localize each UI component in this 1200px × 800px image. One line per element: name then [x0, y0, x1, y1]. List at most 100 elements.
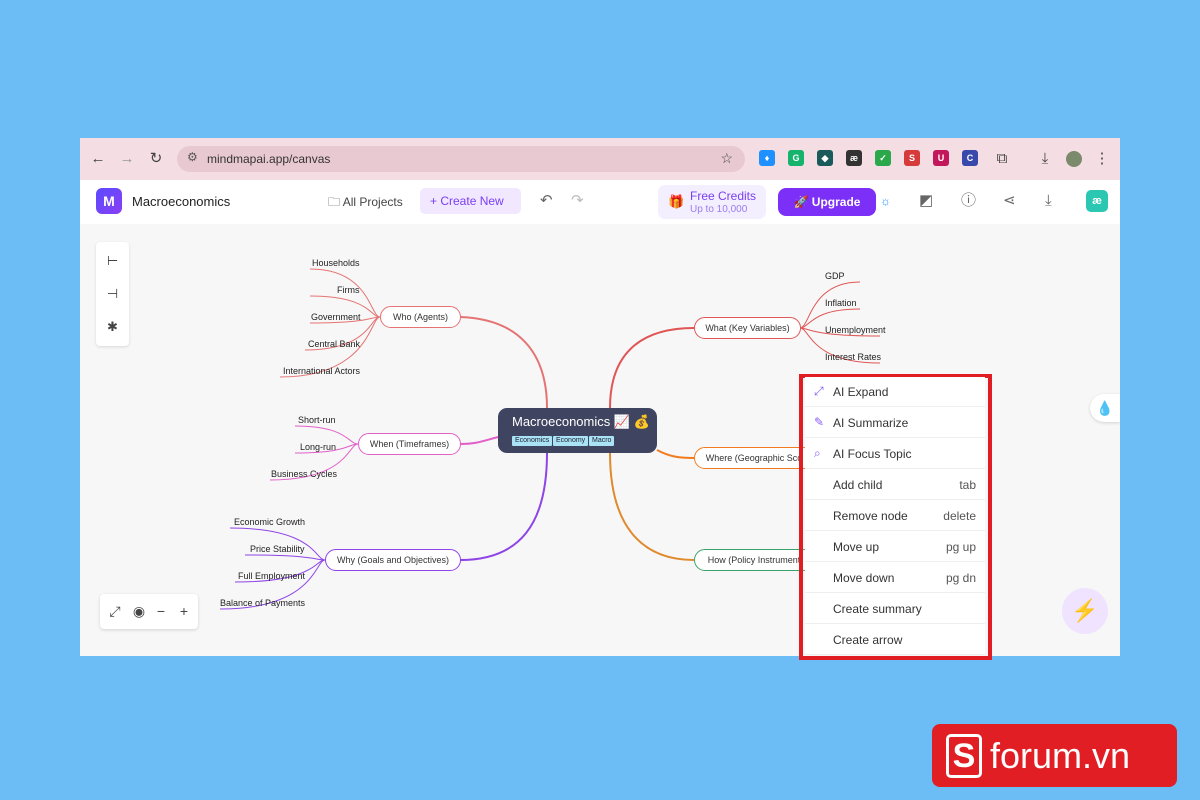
lightning-icon[interactable]: ⚡ [1062, 588, 1108, 634]
menu-item-ai-focus-topic[interactable]: ⌕ AI Focus Topic [805, 439, 985, 469]
branch-node[interactable]: Who (Agents) [380, 306, 461, 328]
menu-item-remove-node[interactable]: Remove node delete [805, 501, 985, 531]
leaf-node[interactable]: Unemployment [825, 325, 886, 335]
menu-item-add-child[interactable]: Add child tab [805, 470, 985, 500]
undo-icon[interactable]: ↶ [540, 192, 553, 210]
leaf-node[interactable]: Central Bank [308, 339, 360, 349]
menu-item-ai-expand[interactable]: ⤢ AI Expand [805, 377, 985, 407]
menu-item-create-arrow[interactable]: Create arrow [805, 625, 985, 655]
address-bar[interactable]: ⚙ mindmapai.app/canvas ☆ [177, 146, 745, 172]
layout-right-icon[interactable]: ⊢ [104, 252, 121, 269]
reload-icon[interactable]: ↻ [146, 147, 166, 171]
expand-icon: ⤢ [814, 384, 824, 398]
leaf-node[interactable]: International Actors [283, 366, 360, 376]
create-new-label: Create New [440, 194, 504, 208]
node-context-menu: ⤢ AI Expand ✎ AI Summarize ⌕ AI Focus Topic Ad… [805, 377, 985, 655]
extension-c[interactable]: C [962, 150, 978, 166]
ublock-extension[interactable]: U [933, 150, 949, 166]
link-price-stability [244, 554, 326, 561]
branch-node[interactable]: Where (Geographic Sco [694, 447, 814, 469]
menu-item-shortcut: tab [959, 478, 976, 492]
plus-icon: + [430, 194, 441, 208]
app-logo[interactable]: M [96, 188, 122, 214]
leaf-node[interactable]: GDP [825, 271, 845, 281]
menu-item-label: Move up [833, 540, 880, 554]
root-node[interactable]: Macroeconomics 📈 💰 Economics Economy Mac… [498, 408, 657, 453]
grammarly-extension[interactable]: G [788, 150, 804, 166]
menu-item-label: AI Summarize [833, 416, 909, 430]
free-credits-button[interactable]: 🎁 Free Credits Up to 10,000 [658, 185, 766, 219]
leaf-node[interactable]: Balance of Payments [220, 598, 305, 608]
more-menu-icon[interactable]: ⋮ [1092, 147, 1112, 171]
theme-sun-icon[interactable]: ☼ [880, 192, 891, 210]
ai-sparkle-icon[interactable]: 💧 [1090, 394, 1120, 422]
gift-icon: 🎁 [668, 194, 685, 209]
leaf-node[interactable]: Inflation [825, 298, 857, 308]
link-what [609, 327, 695, 409]
layout-radial-icon[interactable]: ✱ [104, 318, 121, 335]
extension-teal[interactable]: ◆ [817, 150, 833, 166]
leaf-node[interactable]: Long-run [300, 442, 336, 452]
branch-node[interactable]: When (Timeframes) [358, 433, 461, 455]
dropbox-extension[interactable]: ♦ [759, 150, 775, 166]
free-credits-label: Free Credits [690, 189, 757, 203]
leaf-node[interactable]: Households [312, 258, 360, 268]
menu-item-label: Remove node [833, 509, 908, 523]
locate-icon[interactable]: ◉ [130, 602, 148, 620]
all-projects-button[interactable]: 🗀 All Projects [328, 193, 403, 214]
site-settings-icon[interactable]: ⚙ [187, 150, 198, 164]
user-avatar[interactable]: æ [1086, 190, 1108, 212]
layout-toolbar: ⊢ ⊣ ✱ [96, 242, 129, 346]
leaf-node[interactable]: Economic Growth [234, 517, 305, 527]
layout-left-icon[interactable]: ⊣ [104, 285, 121, 302]
menu-item-move-up[interactable]: Move up pg up [805, 532, 985, 562]
menu-item-label: Move down [833, 571, 895, 585]
leaf-node[interactable]: Interest Rates [825, 352, 881, 362]
upgrade-label: Upgrade [811, 195, 861, 209]
leaf-node[interactable]: Firms [337, 285, 360, 295]
leaf-node[interactable]: Business Cycles [271, 469, 337, 479]
browser-toolbar: ← → ↻ ⚙ mindmapai.app/canvas ☆ ♦ G ◆ æ ✓ S U C … [80, 138, 1120, 180]
forward-icon[interactable]: → [117, 147, 137, 171]
upgrade-button[interactable]: 🚀 Upgrade [778, 188, 876, 216]
menu-item-label: AI Focus Topic [833, 447, 912, 461]
menu-item-label: Create arrow [833, 633, 903, 647]
share-icon[interactable]: ⋖ [1003, 192, 1016, 210]
menu-item-move-down[interactable]: Move down pg dn [805, 563, 985, 593]
menu-item-shortcut: delete [943, 509, 976, 523]
tag-macro: Macro [589, 436, 615, 446]
link-how [609, 452, 695, 561]
leaf-node[interactable]: Price Stability [250, 544, 305, 554]
branch-node[interactable]: How (Policy Instrument [694, 549, 814, 571]
document-title[interactable]: Macroeconomics [132, 194, 230, 209]
ae-extension[interactable]: æ [846, 150, 862, 166]
leaf-node[interactable]: Government [311, 312, 361, 322]
branch-node[interactable]: Why (Goals and Objectives) [325, 549, 461, 571]
branch-node[interactable]: What (Key Variables) [694, 317, 801, 339]
download-icon[interactable]: ⤓ [1035, 147, 1055, 171]
menu-item-create-summary[interactable]: Create summary [805, 594, 985, 624]
profile-avatar-icon[interactable] [1064, 147, 1084, 171]
download-export-icon[interactable]: ⤓ [1045, 192, 1052, 210]
folder-icon: 🗀 [328, 195, 343, 209]
search-icon: ⌕ [814, 446, 821, 460]
zoom-in-icon[interactable]: + [175, 602, 193, 620]
leaf-node[interactable]: Short-run [298, 415, 336, 425]
leaf-node[interactable]: Full Employment [238, 571, 305, 581]
menu-item-label: Add child [833, 478, 883, 492]
style-palette-icon[interactable]: ◩ [919, 192, 933, 210]
help-icon[interactable]: ⓘ [961, 192, 976, 210]
menu-item-ai-summarize[interactable]: ✎ AI Summarize [805, 408, 985, 438]
zoom-out-icon[interactable]: − [152, 602, 170, 620]
redo-icon[interactable]: ↷ [571, 192, 584, 210]
tag-economy: Economy [553, 436, 589, 446]
fit-screen-icon[interactable]: ⤢ [106, 602, 124, 620]
bookmark-star-icon[interactable]: ☆ [720, 150, 733, 167]
link-who [459, 316, 548, 409]
extension-green[interactable]: ✓ [875, 150, 891, 166]
tag-economics: Economics [512, 436, 553, 446]
extension-red-s[interactable]: S [904, 150, 920, 166]
back-icon[interactable]: ← [88, 147, 108, 171]
extensions-puzzle-icon[interactable]: ⧉ [992, 147, 1012, 171]
create-new-button[interactable]: + Create New [420, 188, 521, 214]
